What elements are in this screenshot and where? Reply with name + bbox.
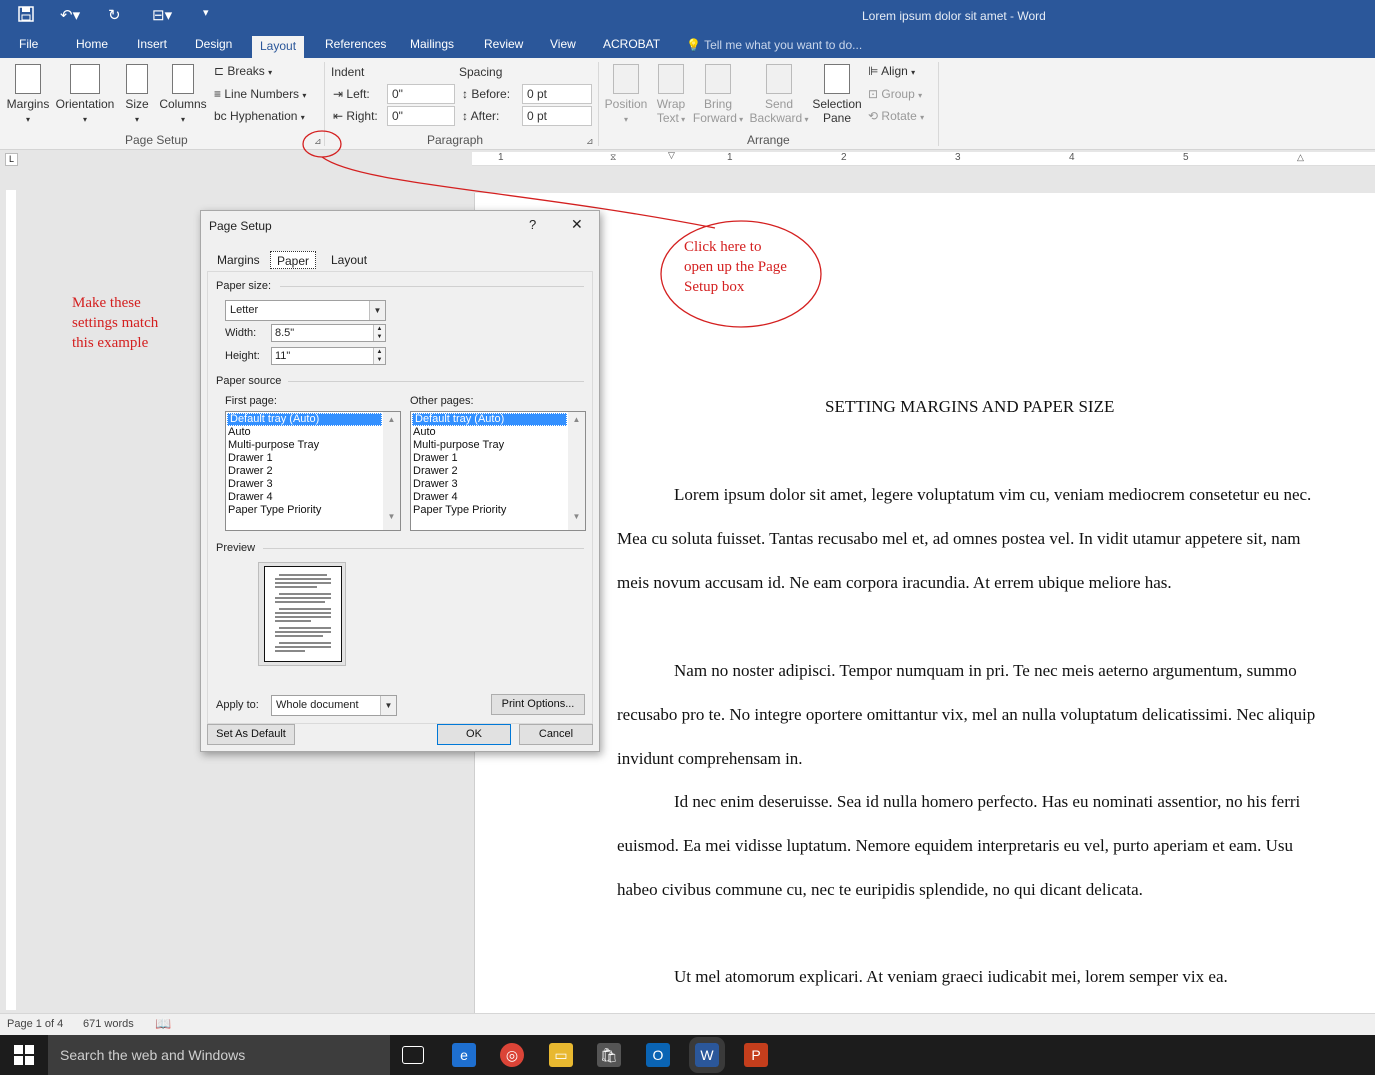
first-page-label: First page: xyxy=(225,395,277,407)
powerpoint-icon[interactable]: P xyxy=(744,1043,768,1067)
page-preview xyxy=(258,562,346,666)
word-count[interactable]: 671 words xyxy=(83,1018,134,1030)
dialog-title: Page Setup xyxy=(209,219,272,233)
other-pages-label: Other pages: xyxy=(410,395,474,407)
list-item[interactable]: Drawer 2 xyxy=(226,465,400,478)
cancel-button[interactable]: Cancel xyxy=(519,724,593,745)
set-as-default-button[interactable]: Set As Default xyxy=(207,724,295,745)
list-item[interactable]: Drawer 1 xyxy=(226,452,400,465)
launcher-highlight-circle xyxy=(302,130,342,158)
width-input[interactable]: 8.5" ▲ ▼ xyxy=(271,324,386,342)
list-item[interactable]: Default tray (Auto) xyxy=(412,413,567,426)
list-item[interactable]: Paper Type Priority xyxy=(226,504,400,517)
print-options-button[interactable]: Print Options... xyxy=(491,694,585,715)
list-item[interactable]: Drawer 2 xyxy=(411,465,585,478)
edge-icon[interactable]: e xyxy=(452,1043,476,1067)
scrollbar[interactable]: ▲ ▼ xyxy=(383,412,400,530)
close-icon[interactable]: ✕ xyxy=(571,216,583,233)
paper-size-select[interactable]: Letter ▼ xyxy=(225,300,386,321)
task-view-icon[interactable] xyxy=(402,1046,424,1064)
taskbar-search[interactable]: Search the web and Windows xyxy=(48,1035,390,1075)
proofing-icon[interactable]: 📖 xyxy=(155,1016,171,1032)
settings-note: Make these settings match this example xyxy=(72,295,159,351)
list-item[interactable]: Auto xyxy=(226,426,400,439)
page-count[interactable]: Page 1 of 4 xyxy=(7,1018,63,1030)
list-item[interactable]: Drawer 3 xyxy=(411,478,585,491)
list-item[interactable]: Drawer 1 xyxy=(411,452,585,465)
file-explorer-icon[interactable]: ▭ xyxy=(549,1043,573,1067)
list-item[interactable]: Paper Type Priority xyxy=(411,504,585,517)
chrome-icon[interactable]: ◎ xyxy=(500,1043,524,1067)
ok-button[interactable]: OK xyxy=(437,724,511,745)
height-input[interactable]: 11" ▲ ▼ xyxy=(271,347,386,365)
list-item[interactable]: Multi-purpose Tray xyxy=(411,439,585,452)
status-bar: Page 1 of 4 671 words 📖 xyxy=(0,1013,1375,1035)
list-item[interactable]: Auto xyxy=(411,426,585,439)
page-setup-dialog: Page Setup ? ✕ Margins Paper Layout Pape… xyxy=(200,210,600,752)
tab-layout-dialog[interactable]: Layout xyxy=(325,251,373,269)
paper-size-label: Paper size: xyxy=(216,280,272,292)
paper-source-label: Paper source xyxy=(216,375,282,387)
preview-page xyxy=(264,566,342,662)
help-button[interactable]: ? xyxy=(529,217,536,232)
list-item[interactable]: Default tray (Auto) xyxy=(227,413,382,426)
store-icon[interactable]: 🛍 xyxy=(597,1043,621,1067)
list-item[interactable]: Drawer 4 xyxy=(411,491,585,504)
chevron-down-icon: ▼ xyxy=(369,301,385,320)
preview-label: Preview xyxy=(216,542,256,554)
chevron-down-icon: ▼ xyxy=(380,696,396,715)
callout-note: Click here to open up the Page Setup box xyxy=(684,239,787,295)
list-item[interactable]: Drawer 4 xyxy=(226,491,400,504)
list-item[interactable]: Multi-purpose Tray xyxy=(226,439,400,452)
word-icon[interactable]: W xyxy=(689,1037,725,1073)
list-item[interactable]: Drawer 3 xyxy=(226,478,400,491)
scrollbar[interactable]: ▲ ▼ xyxy=(568,412,585,530)
height-label: Height: xyxy=(225,350,260,362)
tab-margins[interactable]: Margins xyxy=(211,251,266,269)
windows-start-icon[interactable] xyxy=(14,1045,34,1068)
spinner-icon[interactable]: ▲ ▼ xyxy=(373,325,385,341)
apply-to-select[interactable]: Whole document ▼ xyxy=(271,695,397,716)
spinner-icon[interactable]: ▲ ▼ xyxy=(373,348,385,364)
outlook-icon[interactable]: O xyxy=(646,1043,670,1067)
other-pages-tray-list[interactable]: Default tray (Auto) Auto Multi-purpose T… xyxy=(410,411,586,531)
width-label: Width: xyxy=(225,327,257,339)
apply-to-label: Apply to: xyxy=(216,699,259,711)
taskbar: Search the web and Windows e ◎ ▭ 🛍 O W P xyxy=(0,1035,1375,1075)
paper-tab-panel: Paper size: Letter ▼ Width: 8.5" ▲ ▼ Heig… xyxy=(207,271,593,724)
tab-paper[interactable]: Paper xyxy=(270,251,317,269)
first-page-tray-list[interactable]: Default tray (Auto) Auto Multi-purpose T… xyxy=(225,411,401,531)
